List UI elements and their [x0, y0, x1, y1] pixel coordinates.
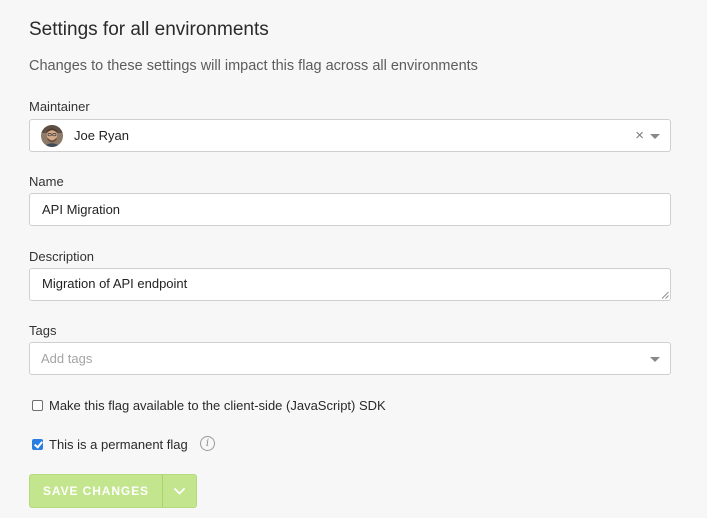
permanent-flag-checkbox[interactable]	[32, 439, 43, 450]
client-side-checkbox[interactable]	[32, 400, 43, 411]
description-textarea[interactable]: Migration of API endpoint	[29, 268, 671, 301]
save-options-dropdown[interactable]	[163, 475, 196, 507]
avatar	[41, 125, 63, 147]
save-button-group: SAVE CHANGES	[29, 474, 197, 508]
name-input[interactable]	[29, 193, 671, 226]
permanent-flag-label[interactable]: This is a permanent flag	[49, 437, 188, 452]
save-changes-button[interactable]: SAVE CHANGES	[30, 475, 163, 507]
clear-icon[interactable]: ×	[635, 127, 644, 144]
chevron-down-icon	[174, 488, 185, 495]
client-side-label[interactable]: Make this flag available to the client-s…	[49, 398, 386, 413]
maintainer-select[interactable]: Joe Ryan ×	[29, 119, 671, 152]
caret-down-icon[interactable]	[650, 357, 660, 362]
name-label: Name	[29, 174, 64, 189]
tags-label: Tags	[29, 323, 57, 338]
page-title: Settings for all environments	[29, 19, 269, 40]
maintainer-label: Maintainer	[29, 99, 90, 114]
description-value: Migration of API endpoint	[42, 276, 188, 291]
maintainer-value: Joe Ryan	[74, 128, 129, 143]
caret-down-icon[interactable]	[650, 134, 660, 139]
description-label: Description	[29, 249, 95, 264]
resize-handle-icon[interactable]	[661, 291, 669, 299]
page-subtitle: Changes to these settings will impact th…	[29, 58, 478, 74]
info-icon[interactable]: i	[200, 436, 215, 451]
tags-select[interactable]: Add tags	[29, 342, 671, 375]
tags-placeholder: Add tags	[41, 351, 93, 366]
user-avatar-icon	[41, 125, 63, 147]
